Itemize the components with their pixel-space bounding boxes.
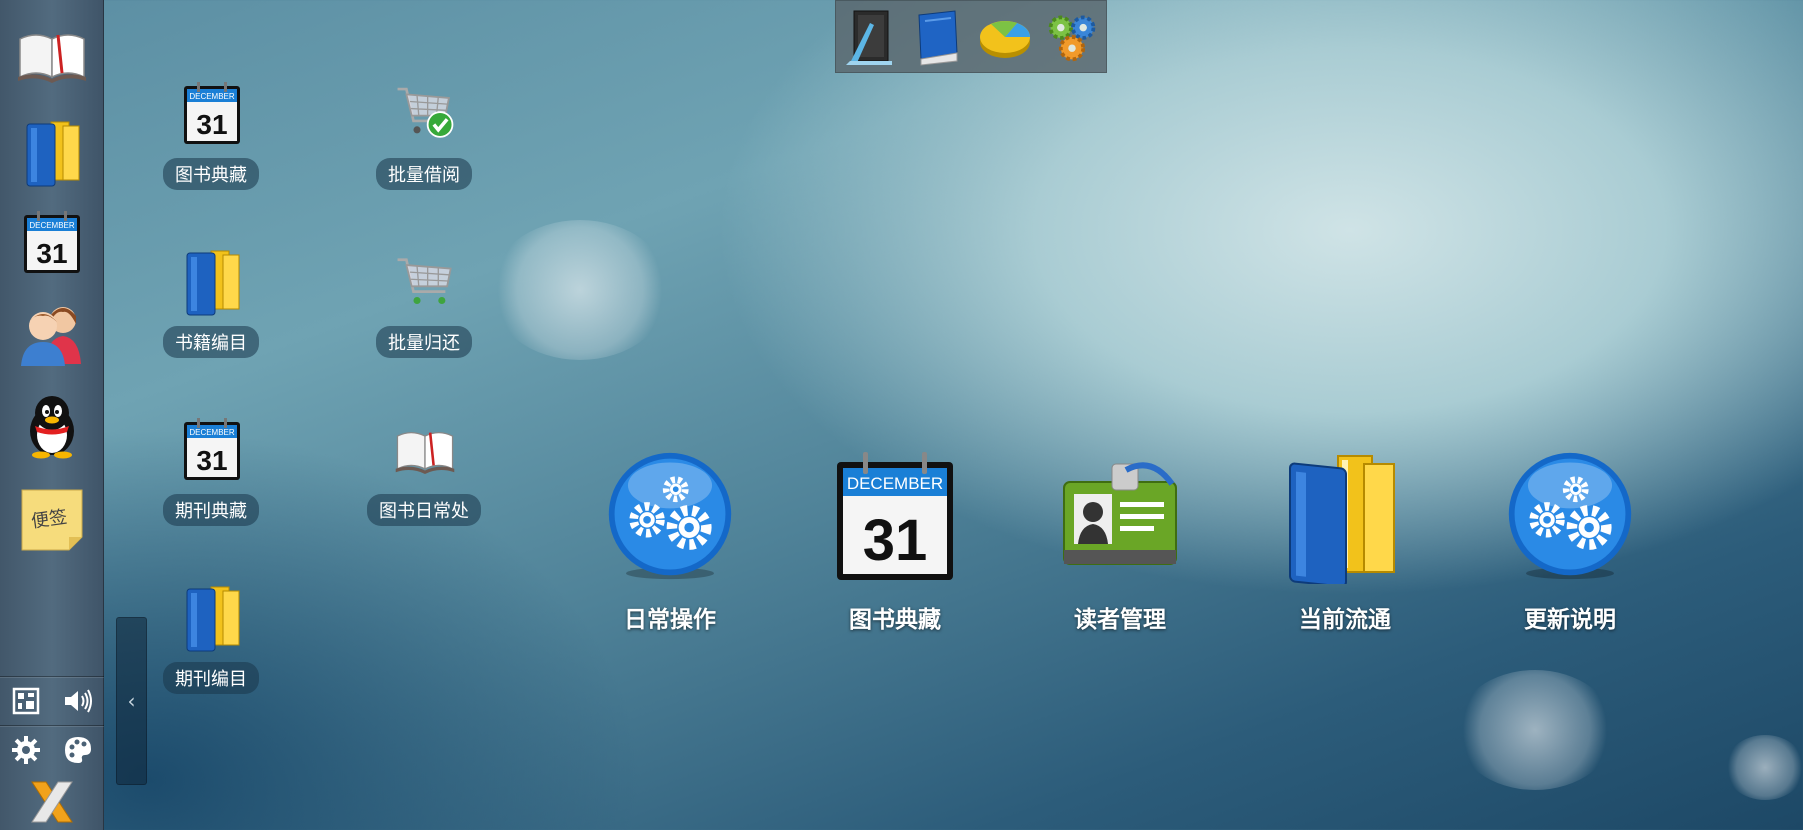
shortcut-label: 批量归还	[376, 326, 472, 358]
dock-app-qq[interactable]	[14, 388, 90, 464]
shortcut-book-daily[interactable]: 图书日常处	[354, 413, 494, 533]
gear-icon	[12, 736, 40, 764]
shortcut-label: 图书日常处	[367, 494, 481, 526]
calendar-day: 31	[196, 109, 227, 140]
calendar-icon: DECEMBER 31	[837, 452, 953, 580]
background-bubble	[490, 220, 670, 360]
background-bubble	[1725, 735, 1803, 800]
book-icon	[18, 34, 86, 83]
chevron-left-icon: ‹	[127, 689, 136, 713]
shortcut-book-collection[interactable]: DECEMBER 31 图书典藏	[141, 77, 281, 197]
books-icon	[186, 250, 240, 316]
close-icon	[31, 781, 73, 823]
id-card-icon	[1063, 462, 1177, 565]
shortcut-label: 期刊典藏	[163, 494, 259, 526]
dock-tools-row-2	[0, 725, 104, 774]
background-bubble	[1455, 670, 1615, 790]
settings-button[interactable]	[8, 732, 44, 768]
calendar-month: DECEMBER	[189, 428, 235, 437]
users-icon	[21, 307, 81, 366]
big-icon-current-circulation[interactable]: 当前流通	[1260, 446, 1430, 646]
cart-check-icon	[397, 87, 454, 138]
shortcut-periodical-cataloging[interactable]: 期刊编目	[141, 581, 281, 701]
calendar-month: DECEMBER	[189, 92, 235, 101]
dock-tools-row-1	[0, 676, 104, 725]
books-icon	[26, 121, 80, 187]
big-icon-label: 更新说明	[1524, 607, 1616, 633]
shortcut-label: 图书典藏	[163, 158, 259, 190]
calendar-day: 31	[196, 445, 227, 476]
shortcut-label: 期刊编目	[163, 662, 259, 694]
shortcut-periodical-collection[interactable]: DECEMBER 31 期刊典藏	[141, 413, 281, 533]
theme-button[interactable]	[60, 732, 96, 768]
big-icon-daily-operations[interactable]: 日常操作	[585, 446, 755, 646]
shortcut-batch-borrow[interactable]: 批量借阅	[354, 77, 494, 197]
gears-icon	[1048, 15, 1096, 61]
grid-button[interactable]	[8, 683, 44, 719]
dock-app-book[interactable]	[14, 16, 90, 92]
big-icon-update-notes[interactable]: 更新说明	[1485, 446, 1655, 646]
big-icon-label: 图书典藏	[849, 607, 941, 633]
left-dock: DECEMBER 31 便签	[0, 0, 104, 830]
cart-icon	[397, 258, 452, 305]
calendar-icon: DECEMBER 31	[184, 82, 240, 144]
top-button-chart[interactable]	[977, 7, 1033, 67]
dock-app-calendar[interactable]: DECEMBER 31	[14, 204, 90, 280]
dock-app-users[interactable]	[14, 296, 90, 372]
calendar-icon: DECEMBER 31	[184, 418, 240, 480]
gears-blue-icon	[608, 452, 732, 580]
calendar-month: DECEMBER	[847, 474, 943, 493]
grid-icon	[12, 687, 40, 715]
blue-book-icon	[918, 9, 958, 66]
big-icon-book-collection[interactable]: DECEMBER 31 图书典藏	[810, 446, 980, 646]
books-icon	[1289, 455, 1395, 584]
exit-button[interactable]	[14, 774, 90, 830]
shortcut-batch-return[interactable]: 批量归还	[354, 245, 494, 365]
top-quick-launch-bar	[835, 0, 1107, 73]
sticky-note-icon: 便签	[21, 489, 83, 551]
calendar-month: DECEMBER	[29, 221, 75, 230]
dock-app-sticky-note[interactable]: 便签	[14, 482, 90, 558]
calendar-icon: DECEMBER 31	[24, 211, 80, 273]
top-button-book[interactable]	[909, 7, 965, 67]
shortcut-label: 批量借阅	[376, 158, 472, 190]
big-icon-reader-management[interactable]: 读者管理	[1035, 446, 1205, 646]
books-icon	[186, 586, 240, 652]
top-button-drafting[interactable]	[842, 7, 898, 67]
big-icon-label: 读者管理	[1074, 607, 1166, 633]
palette-icon	[65, 737, 91, 763]
calendar-day: 31	[863, 508, 928, 573]
drafting-tools-icon	[845, 10, 892, 65]
book-icon	[395, 431, 455, 474]
shortcut-label: 书籍编目	[163, 326, 259, 358]
dock-app-books[interactable]	[14, 114, 90, 190]
top-button-settings[interactable]	[1044, 7, 1100, 67]
qq-penguin-icon	[30, 396, 74, 459]
calendar-day: 31	[36, 238, 67, 269]
pie-chart-icon	[979, 20, 1030, 58]
shortcut-book-cataloging[interactable]: 书籍编目	[141, 245, 281, 365]
gears-blue-icon	[1508, 452, 1632, 580]
volume-button[interactable]	[60, 683, 96, 719]
big-icon-label: 日常操作	[624, 607, 716, 633]
speaker-icon	[65, 689, 92, 713]
big-icon-label: 当前流通	[1299, 607, 1391, 633]
